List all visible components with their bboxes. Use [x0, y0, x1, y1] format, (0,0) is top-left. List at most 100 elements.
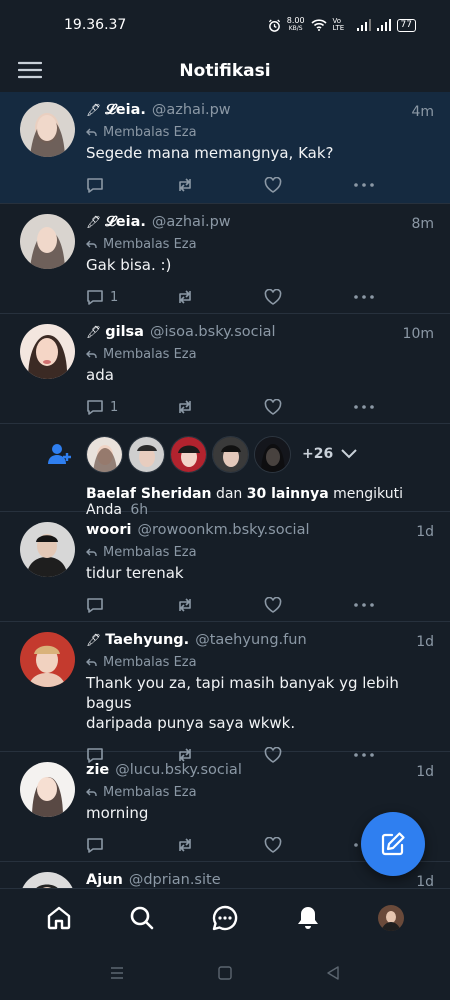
follow-notification[interactable]: +26 Baelaf Sheridan dan 30 lainnya mengi…: [0, 424, 450, 518]
avatar[interactable]: [20, 214, 75, 269]
post-time: 1d: [416, 524, 434, 540]
repost-button[interactable]: [176, 399, 264, 415]
recents-button[interactable]: [107, 963, 127, 983]
avatar[interactable]: [20, 102, 75, 157]
author-name[interactable]: zie: [86, 762, 109, 778]
author-name[interactable]: gilsa: [105, 324, 144, 340]
reply-arrow-icon: [86, 128, 97, 136]
pen-icon: 🖋: [86, 325, 102, 339]
author-name[interactable]: 𝓛eia.: [105, 102, 146, 118]
notification-item[interactable]: 🖋 Taehyung. @taehyung.fun 1d Membalas Ez…: [0, 622, 450, 763]
reply-arrow-icon: [86, 350, 97, 358]
author-line: Ajun @dprian.site: [86, 872, 434, 888]
page-title: Notifikasi: [179, 61, 271, 81]
reply-context[interactable]: Membalas Eza: [86, 122, 434, 142]
reply-button[interactable]: 1: [86, 399, 176, 416]
reply-context[interactable]: Membalas Eza: [86, 652, 434, 672]
author-name[interactable]: woori: [86, 522, 131, 538]
post-text: Gak bisa. :): [86, 256, 172, 274]
author-handle[interactable]: @azhai.pw: [152, 214, 231, 230]
follower-avatars[interactable]: +26: [86, 434, 434, 474]
notifications-feed[interactable]: 🖋 𝓛eia. @azhai.pw 4m Membalas Eza Segede…: [0, 92, 450, 888]
more-button[interactable]: [354, 295, 384, 299]
like-button[interactable]: [264, 837, 354, 853]
post-text: ada: [86, 366, 114, 384]
post-text: tidur terenak: [86, 564, 184, 582]
repost-icon: [179, 290, 191, 304]
reply-button[interactable]: [86, 597, 176, 614]
follower-avatar[interactable]: [170, 435, 207, 473]
nav-search[interactable]: [122, 898, 162, 938]
author-handle[interactable]: @isoa.bsky.social: [150, 324, 276, 340]
pen-icon: 🖋: [86, 103, 102, 117]
like-button[interactable]: [264, 289, 354, 305]
follower-avatar[interactable]: [86, 435, 123, 473]
author-handle[interactable]: @lucu.bsky.social: [115, 762, 242, 778]
author-handle[interactable]: @dprian.site: [129, 872, 221, 888]
recents-icon: [111, 967, 123, 979]
notification-item[interactable]: 🖋 𝓛eia. @azhai.pw 8m Membalas Eza Gak bi…: [0, 204, 450, 314]
notification-item[interactable]: 🖋 gilsa @isoa.bsky.social 10m Membalas E…: [0, 314, 450, 424]
avatar[interactable]: [20, 872, 75, 888]
author-line: zie @lucu.bsky.social: [86, 762, 434, 782]
like-button[interactable]: [264, 399, 354, 415]
author-handle[interactable]: @rowoonkm.bsky.social: [137, 522, 309, 538]
reply-arrow-icon: [86, 548, 97, 556]
avatar[interactable]: [20, 632, 75, 687]
pen-icon: 🖋: [86, 215, 102, 229]
signal-icon: [356, 19, 371, 31]
bottom-navigation: [0, 888, 450, 946]
nav-home[interactable]: [39, 898, 79, 938]
nav-profile[interactable]: [371, 898, 411, 938]
repost-button[interactable]: [176, 289, 264, 305]
avatar[interactable]: [20, 522, 75, 577]
avatar[interactable]: [20, 762, 75, 817]
repost-button[interactable]: [176, 597, 264, 613]
more-button[interactable]: [354, 405, 384, 409]
follower-avatar[interactable]: [254, 435, 291, 473]
chevron-down-icon[interactable]: [341, 449, 357, 459]
reply-context[interactable]: Membalas Eza: [86, 542, 434, 562]
more-button[interactable]: [354, 183, 384, 187]
author-handle[interactable]: @taehyung.fun: [195, 632, 306, 648]
more-button[interactable]: [354, 603, 384, 607]
more-icon: [354, 295, 374, 299]
compose-button[interactable]: [361, 812, 425, 876]
follower-name[interactable]: Baelaf Sheridan: [86, 486, 212, 502]
chat-icon: [212, 905, 238, 930]
author-handle[interactable]: @azhai.pw: [152, 102, 231, 118]
status-bar: 19.36.37 8.00 KB/S Vo LTE 77: [0, 0, 450, 50]
reply-context[interactable]: Membalas Eza: [86, 782, 434, 802]
reply-button[interactable]: 1: [86, 289, 176, 306]
heart-icon: [264, 289, 282, 305]
repost-button[interactable]: [176, 837, 264, 853]
menu-button[interactable]: [17, 60, 43, 80]
follow-others[interactable]: 30 lainnya: [247, 486, 329, 502]
nav-chat[interactable]: [205, 898, 245, 938]
repost-button[interactable]: [176, 177, 264, 193]
author-name[interactable]: Ajun: [86, 872, 123, 888]
nav-notifications[interactable]: [288, 898, 328, 938]
reply-context[interactable]: Membalas Eza: [86, 344, 434, 364]
follower-avatar[interactable]: [128, 435, 165, 473]
follow-icon: [48, 444, 71, 464]
back-button[interactable]: [323, 963, 343, 983]
battery-indicator: 77: [396, 18, 416, 32]
reply-button[interactable]: [86, 837, 176, 854]
notification-item[interactable]: 🖋 𝓛eia. @azhai.pw 4m Membalas Eza Segede…: [0, 92, 450, 204]
author-line: 🖋 Taehyung. @taehyung.fun: [86, 632, 434, 652]
like-button[interactable]: [264, 597, 354, 613]
avatar[interactable]: [20, 324, 75, 379]
author-name[interactable]: 𝓛eia.: [105, 214, 146, 230]
like-button[interactable]: [264, 177, 354, 193]
notification-item[interactable]: woori @rowoonkm.bsky.social 1d Membalas …: [0, 512, 450, 622]
author-line: 🖋 𝓛eia. @azhai.pw: [86, 102, 434, 122]
post-time: 1d: [416, 874, 434, 888]
follower-avatar[interactable]: [212, 435, 249, 473]
reply-button[interactable]: [86, 177, 176, 194]
reply-icon: [87, 289, 103, 305]
reply-context[interactable]: Membalas Eza: [86, 234, 434, 254]
reply-icon: [87, 177, 103, 193]
home-system-button[interactable]: [215, 963, 235, 983]
author-name[interactable]: Taehyung.: [105, 632, 189, 648]
